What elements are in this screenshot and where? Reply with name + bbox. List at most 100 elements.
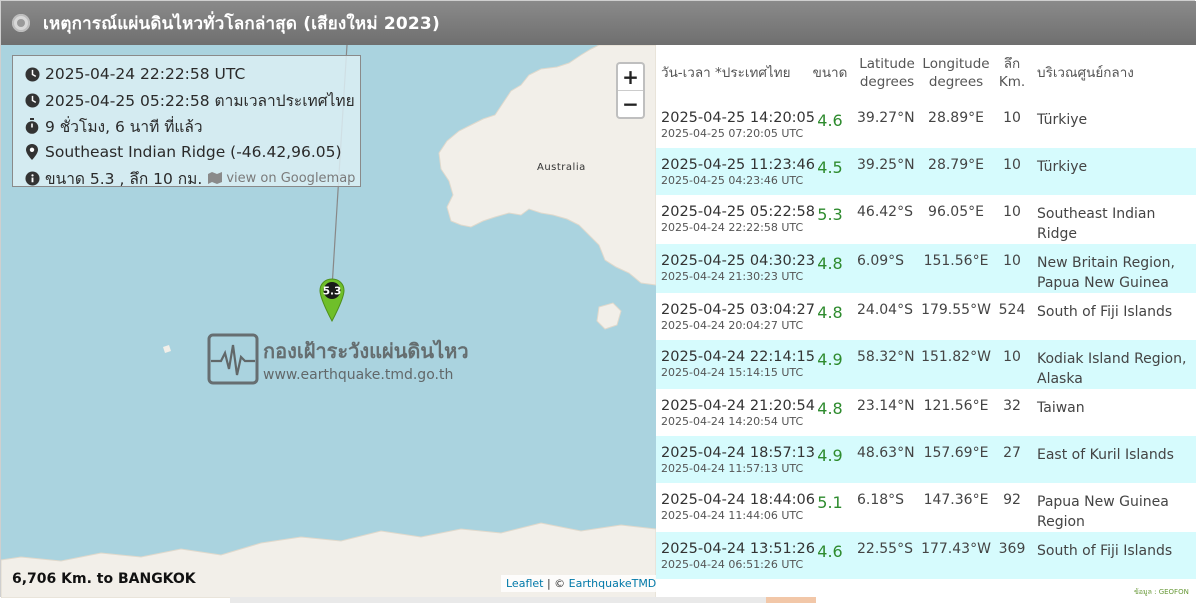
cell-datetime: 2025-04-24 21:20:54 2025-04-24 14:20:54 U… bbox=[656, 389, 815, 436]
cell-longitude: 177.43°W bbox=[921, 541, 991, 557]
cell-longitude: 28.89°E bbox=[928, 110, 984, 126]
local-datetime: 2025-04-24 22:14:15 bbox=[661, 349, 815, 365]
local-datetime: 2025-04-24 13:51:26 bbox=[661, 541, 815, 557]
cell-longitude: 96.05°E bbox=[928, 204, 984, 220]
earthquaketmd-link[interactable]: EarthquakeTMD bbox=[569, 577, 656, 590]
page-title: เหตุการณ์แผ่นดินไหวทั่วโลกล่าสุด (เสียงใ… bbox=[43, 13, 440, 34]
cell-region: Taiwan bbox=[1037, 400, 1085, 416]
depth-unit: Km. bbox=[998, 74, 1026, 90]
table-row[interactable]: 2025-04-24 21:20:54 2025-04-24 14:20:54 U… bbox=[656, 389, 1196, 436]
cell-depth: 92 bbox=[1003, 492, 1021, 508]
depth-label: ลึก bbox=[1003, 56, 1021, 72]
col-header-date[interactable]: วัน-เวลา *ประเทศไทย bbox=[656, 45, 806, 101]
zoom-control: + − bbox=[616, 62, 645, 119]
cell-depth: 32 bbox=[1003, 398, 1021, 414]
info-utc-time: 2025-04-24 22:22:58 UTC bbox=[24, 61, 360, 87]
cell-datetime: 2025-04-25 05:22:58 2025-04-24 22:22:58 U… bbox=[656, 195, 815, 244]
table-row[interactable]: 2025-04-25 03:04:27 2025-04-24 20:04:27 U… bbox=[656, 293, 1196, 340]
watermark-title: กองเฝ้าระวังแผ่นดินไหว bbox=[263, 339, 469, 363]
data-source-note: ข้อมูล : GEOFON bbox=[1134, 588, 1189, 596]
longitude-label: Longitude bbox=[922, 56, 990, 72]
cell-longitude: 157.69°E bbox=[923, 445, 989, 461]
table-row[interactable]: 2025-04-25 14:20:05 2025-04-25 07:20:05 U… bbox=[656, 101, 1196, 148]
cell-latitude: 6.09°S bbox=[857, 253, 905, 269]
local-datetime: 2025-04-25 11:23:46 bbox=[661, 157, 815, 173]
info-elapsed: 9 ชั่วโมง, 6 นาที ที่แล้ว bbox=[24, 113, 360, 139]
map-attribution: Leaflet | © EarthquakeTMD bbox=[501, 575, 656, 592]
table-row[interactable]: 2025-04-24 18:44:06 2025-04-24 11:44:06 U… bbox=[656, 483, 1196, 532]
cell-depth: 27 bbox=[1003, 445, 1021, 461]
table-row[interactable]: 2025-04-25 05:22:58 2025-04-24 22:22:58 U… bbox=[656, 195, 1196, 244]
col-header-region[interactable]: บริเวณศูนย์กลาง bbox=[1032, 45, 1196, 101]
cell-region: Türkiye bbox=[1037, 159, 1088, 175]
local-datetime: 2025-04-24 21:20:54 bbox=[661, 398, 815, 414]
clock-icon bbox=[24, 92, 40, 108]
info-magnitude: ขนาด 5.3 , ลึก 10 กม. view on Googlemap bbox=[24, 165, 360, 191]
cell-region: South of Fiji Islands bbox=[1037, 304, 1173, 320]
bottom-strip bbox=[230, 597, 790, 603]
latitude-label: Latitude bbox=[859, 56, 915, 72]
zoom-out-button[interactable]: − bbox=[618, 91, 643, 117]
googlemap-link[interactable]: view on Googlemap bbox=[208, 171, 355, 186]
cell-depth: 10 bbox=[1003, 349, 1021, 365]
leaflet-link[interactable]: Leaflet bbox=[506, 577, 543, 590]
record-icon bbox=[12, 14, 30, 32]
clock-icon bbox=[24, 66, 40, 82]
utc-datetime: 2025-04-24 20:04:27 UTC bbox=[661, 319, 804, 332]
cell-region: East of Kuril Islands bbox=[1037, 447, 1174, 463]
cell-region: Papua New Guinea Region bbox=[1037, 494, 1169, 530]
magnitude-depth-text: ขนาด 5.3 , ลึก 10 กม. bbox=[45, 169, 203, 188]
earthquake-table: วัน-เวลา *ประเทศไทย ขนาด Latitude degrees… bbox=[656, 45, 1196, 579]
table-row[interactable]: 2025-04-24 22:14:15 2025-04-24 15:14:15 U… bbox=[656, 340, 1196, 389]
earthquake-table-panel: วัน-เวลา *ประเทศไทย ขนาด Latitude degrees… bbox=[656, 45, 1196, 598]
utc-datetime: 2025-04-24 14:20:54 UTC bbox=[661, 415, 804, 428]
cell-datetime: 2025-04-24 18:44:06 2025-04-24 11:44:06 U… bbox=[656, 483, 815, 532]
cell-depth: 10 bbox=[1003, 253, 1021, 269]
table-row[interactable]: 2025-04-25 11:23:46 2025-04-25 04:23:46 U… bbox=[656, 148, 1196, 195]
local-datetime: 2025-04-24 18:44:06 bbox=[661, 492, 815, 508]
cell-depth: 524 bbox=[998, 302, 1026, 318]
location-text: Southeast Indian Ridge (-46.42,96.05) bbox=[45, 143, 342, 161]
local-datetime: 2025-04-25 04:30:23 bbox=[661, 253, 815, 269]
cell-datetime: 2025-04-25 04:30:23 2025-04-24 21:30:23 U… bbox=[656, 244, 815, 293]
col-header-depth[interactable]: ลึก Km. bbox=[992, 45, 1032, 101]
cell-longitude: 179.55°W bbox=[921, 302, 991, 318]
cell-latitude: 22.55°S bbox=[857, 541, 913, 557]
map-pin-icon bbox=[24, 144, 40, 160]
cell-longitude: 147.36°E bbox=[923, 492, 989, 508]
cell-depth: 10 bbox=[1003, 204, 1021, 220]
table-header-row: วัน-เวลา *ประเทศไทย ขนาด Latitude degrees… bbox=[656, 45, 1196, 101]
table-row[interactable]: 2025-04-24 18:57:13 2025-04-24 11:57:13 U… bbox=[656, 436, 1196, 483]
map-icon bbox=[208, 172, 223, 184]
table-row[interactable]: 2025-04-24 13:51:26 2025-04-24 06:51:26 U… bbox=[656, 532, 1196, 579]
bottom-strip-accent bbox=[766, 597, 816, 603]
local-datetime: 2025-04-25 03:04:27 bbox=[661, 302, 815, 318]
map-view[interactable]: 2025-04-24 22:22:58 UTC 2025-04-25 05:22… bbox=[1, 45, 656, 598]
col-header-magnitude[interactable]: ขนาด bbox=[806, 45, 854, 101]
cell-latitude: 39.25°N bbox=[857, 157, 915, 173]
cell-latitude: 24.04°S bbox=[857, 302, 913, 318]
googlemap-link-text[interactable]: view on Googlemap bbox=[226, 171, 355, 186]
cell-region: New Britain Region, Papua New Guinea bbox=[1037, 255, 1175, 291]
longitude-unit: degrees bbox=[928, 74, 984, 90]
elapsed-text: 9 ชั่วโมง, 6 นาที ที่แล้ว bbox=[45, 117, 203, 136]
cell-depth: 369 bbox=[998, 541, 1026, 557]
cell-latitude: 58.32°N bbox=[857, 349, 915, 365]
utc-time-text: 2025-04-24 22:22:58 UTC bbox=[45, 65, 246, 83]
watermark-url: www.earthquake.tmd.go.th bbox=[263, 367, 454, 383]
col-header-latitude[interactable]: Latitude degrees bbox=[854, 45, 920, 101]
utc-datetime: 2025-04-25 04:23:46 UTC bbox=[661, 174, 804, 187]
zoom-in-button[interactable]: + bbox=[618, 64, 643, 91]
title-bar: เหตุการณ์แผ่นดินไหวทั่วโลกล่าสุด (เสียงใ… bbox=[1, 1, 1196, 45]
earthquake-marker[interactable]: 5.3 bbox=[318, 277, 346, 323]
cell-longitude: 151.56°E bbox=[923, 253, 989, 269]
col-header-longitude[interactable]: Longitude degrees bbox=[920, 45, 992, 101]
utc-datetime: 2025-04-24 11:57:13 UTC bbox=[661, 462, 804, 475]
cell-latitude: 6.18°S bbox=[857, 492, 905, 508]
cell-datetime: 2025-04-25 03:04:27 2025-04-24 20:04:27 U… bbox=[656, 293, 815, 340]
table-row[interactable]: 2025-04-25 04:30:23 2025-04-24 21:30:23 U… bbox=[656, 244, 1196, 293]
utc-datetime: 2025-04-24 21:30:23 UTC bbox=[661, 270, 804, 283]
cell-region: South of Fiji Islands bbox=[1037, 543, 1173, 559]
info-thai-time: 2025-04-25 05:22:58 ตามเวลาประเทศไทย bbox=[24, 87, 360, 113]
map-place-label: Australia bbox=[537, 162, 586, 173]
